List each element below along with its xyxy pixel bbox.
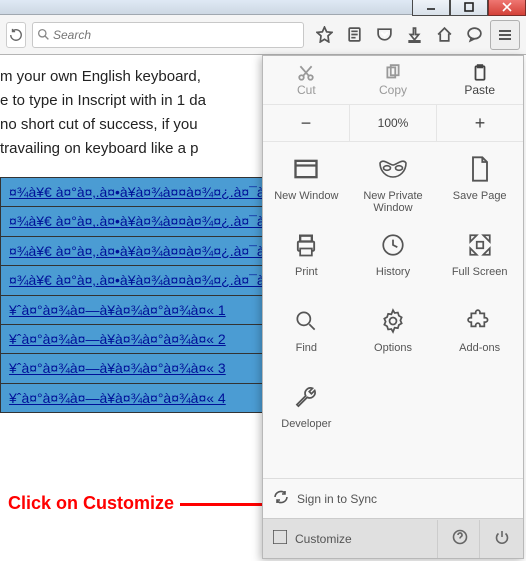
magnifier-icon <box>293 306 319 336</box>
wrench-icon <box>293 382 319 412</box>
annotation-callout: Click on Customize <box>8 489 290 518</box>
sign-in-label: Sign in to Sync <box>297 492 377 506</box>
window-icon <box>292 154 320 184</box>
developer-button[interactable]: Developer <box>263 374 350 450</box>
grid-label: History <box>376 266 410 278</box>
puzzle-icon <box>467 306 493 336</box>
file-icon <box>468 154 492 184</box>
clock-icon <box>380 230 406 260</box>
paste-icon <box>471 63 489 83</box>
home-icon[interactable] <box>430 21 458 49</box>
paste-button[interactable]: Paste <box>436 56 523 104</box>
copy-button: Copy <box>350 56 437 104</box>
reading-list-icon[interactable] <box>340 21 368 49</box>
zoom-in-button[interactable]: + <box>437 105 523 141</box>
paste-label: Paste <box>464 83 495 97</box>
help-icon <box>452 529 468 548</box>
search-icon <box>33 28 53 41</box>
power-icon <box>494 529 510 548</box>
cut-label: Cut <box>297 83 316 97</box>
plus-icon: + <box>475 113 486 134</box>
chat-icon[interactable] <box>460 21 488 49</box>
help-button[interactable] <box>437 520 481 558</box>
search-input[interactable] <box>53 28 303 42</box>
pocket-icon[interactable] <box>370 21 398 49</box>
scissors-icon <box>297 63 315 83</box>
reload-button[interactable] <box>6 22 26 48</box>
grid-label: Find <box>296 342 317 354</box>
content-link[interactable]: ¥ˆà¤°à¤¾à¤—à¥à¤¾à¤°à¤¾à¤« 2 <box>9 331 226 347</box>
grid-label: New Window <box>274 190 338 202</box>
browser-toolbar <box>0 15 526 55</box>
bookmark-star-icon[interactable] <box>310 21 338 49</box>
content-link[interactable]: ¥ˆà¤°à¤¾à¤—à¥à¤¾à¤°à¤¾à¤« 3 <box>9 360 226 376</box>
find-button[interactable]: Find <box>263 298 350 374</box>
printer-icon <box>292 230 320 260</box>
annotation-text: Click on Customize <box>8 489 174 518</box>
search-box[interactable] <box>32 22 304 48</box>
window-titlebar <box>0 0 526 15</box>
mask-icon <box>378 154 408 184</box>
fullscreen-icon <box>467 230 493 260</box>
clipboard-row: Cut Copy Paste <box>263 56 523 105</box>
grid-label: Developer <box>281 418 331 430</box>
menu-button[interactable] <box>490 20 520 50</box>
zoom-level[interactable]: 100% <box>349 105 437 141</box>
save-page-button[interactable]: Save Page <box>436 146 523 222</box>
hamburger-menu-panel: Cut Copy Paste − 100% + New Window New P… <box>262 55 524 559</box>
new-window-button[interactable]: New Window <box>263 146 350 222</box>
grid-label: Options <box>374 342 412 354</box>
copy-icon <box>384 63 402 83</box>
full-screen-button[interactable]: Full Screen <box>436 222 523 298</box>
print-button[interactable]: Print <box>263 222 350 298</box>
cut-button: Cut <box>263 56 350 104</box>
customize-row: Customize <box>263 518 523 558</box>
new-private-window-button[interactable]: New Private Window <box>350 146 437 222</box>
gear-icon <box>380 306 406 336</box>
zoom-row: − 100% + <box>263 105 523 142</box>
options-button[interactable]: Options <box>350 298 437 374</box>
addons-button[interactable]: Add-ons <box>436 298 523 374</box>
customize-button[interactable]: Customize <box>273 530 352 547</box>
grid-label: New Private Window <box>352 190 435 214</box>
sign-in-sync-button[interactable]: Sign in to Sync <box>263 478 523 518</box>
content-link[interactable]: ¥ˆà¤°à¤¾à¤—à¥à¤¾à¤°à¤¾à¤« 1 <box>9 302 226 318</box>
grid-label: Full Screen <box>452 266 508 278</box>
window-close-button[interactable] <box>488 0 526 16</box>
content-link[interactable]: ¥ˆà¤°à¤¾à¤—à¥à¤¾à¤°à¤¾à¤« 4 <box>9 390 226 406</box>
grid-label: Print <box>295 266 318 278</box>
window-minimize-button[interactable] <box>412 0 450 16</box>
customize-label: Customize <box>295 532 352 546</box>
customize-plus-icon <box>273 530 287 547</box>
window-maximize-button[interactable] <box>450 0 488 16</box>
zoom-out-button[interactable]: − <box>263 105 349 141</box>
grid-label: Save Page <box>453 190 507 202</box>
history-button[interactable]: History <box>350 222 437 298</box>
copy-label: Copy <box>379 83 407 97</box>
menu-grid: New Window New Private Window Save Page … <box>263 142 523 454</box>
downloads-icon[interactable] <box>400 21 428 49</box>
grid-label: Add-ons <box>459 342 500 354</box>
sync-icon <box>273 489 289 508</box>
quit-button[interactable] <box>479 520 523 558</box>
zoom-level-label: 100% <box>378 116 409 130</box>
minus-icon: − <box>301 113 312 134</box>
